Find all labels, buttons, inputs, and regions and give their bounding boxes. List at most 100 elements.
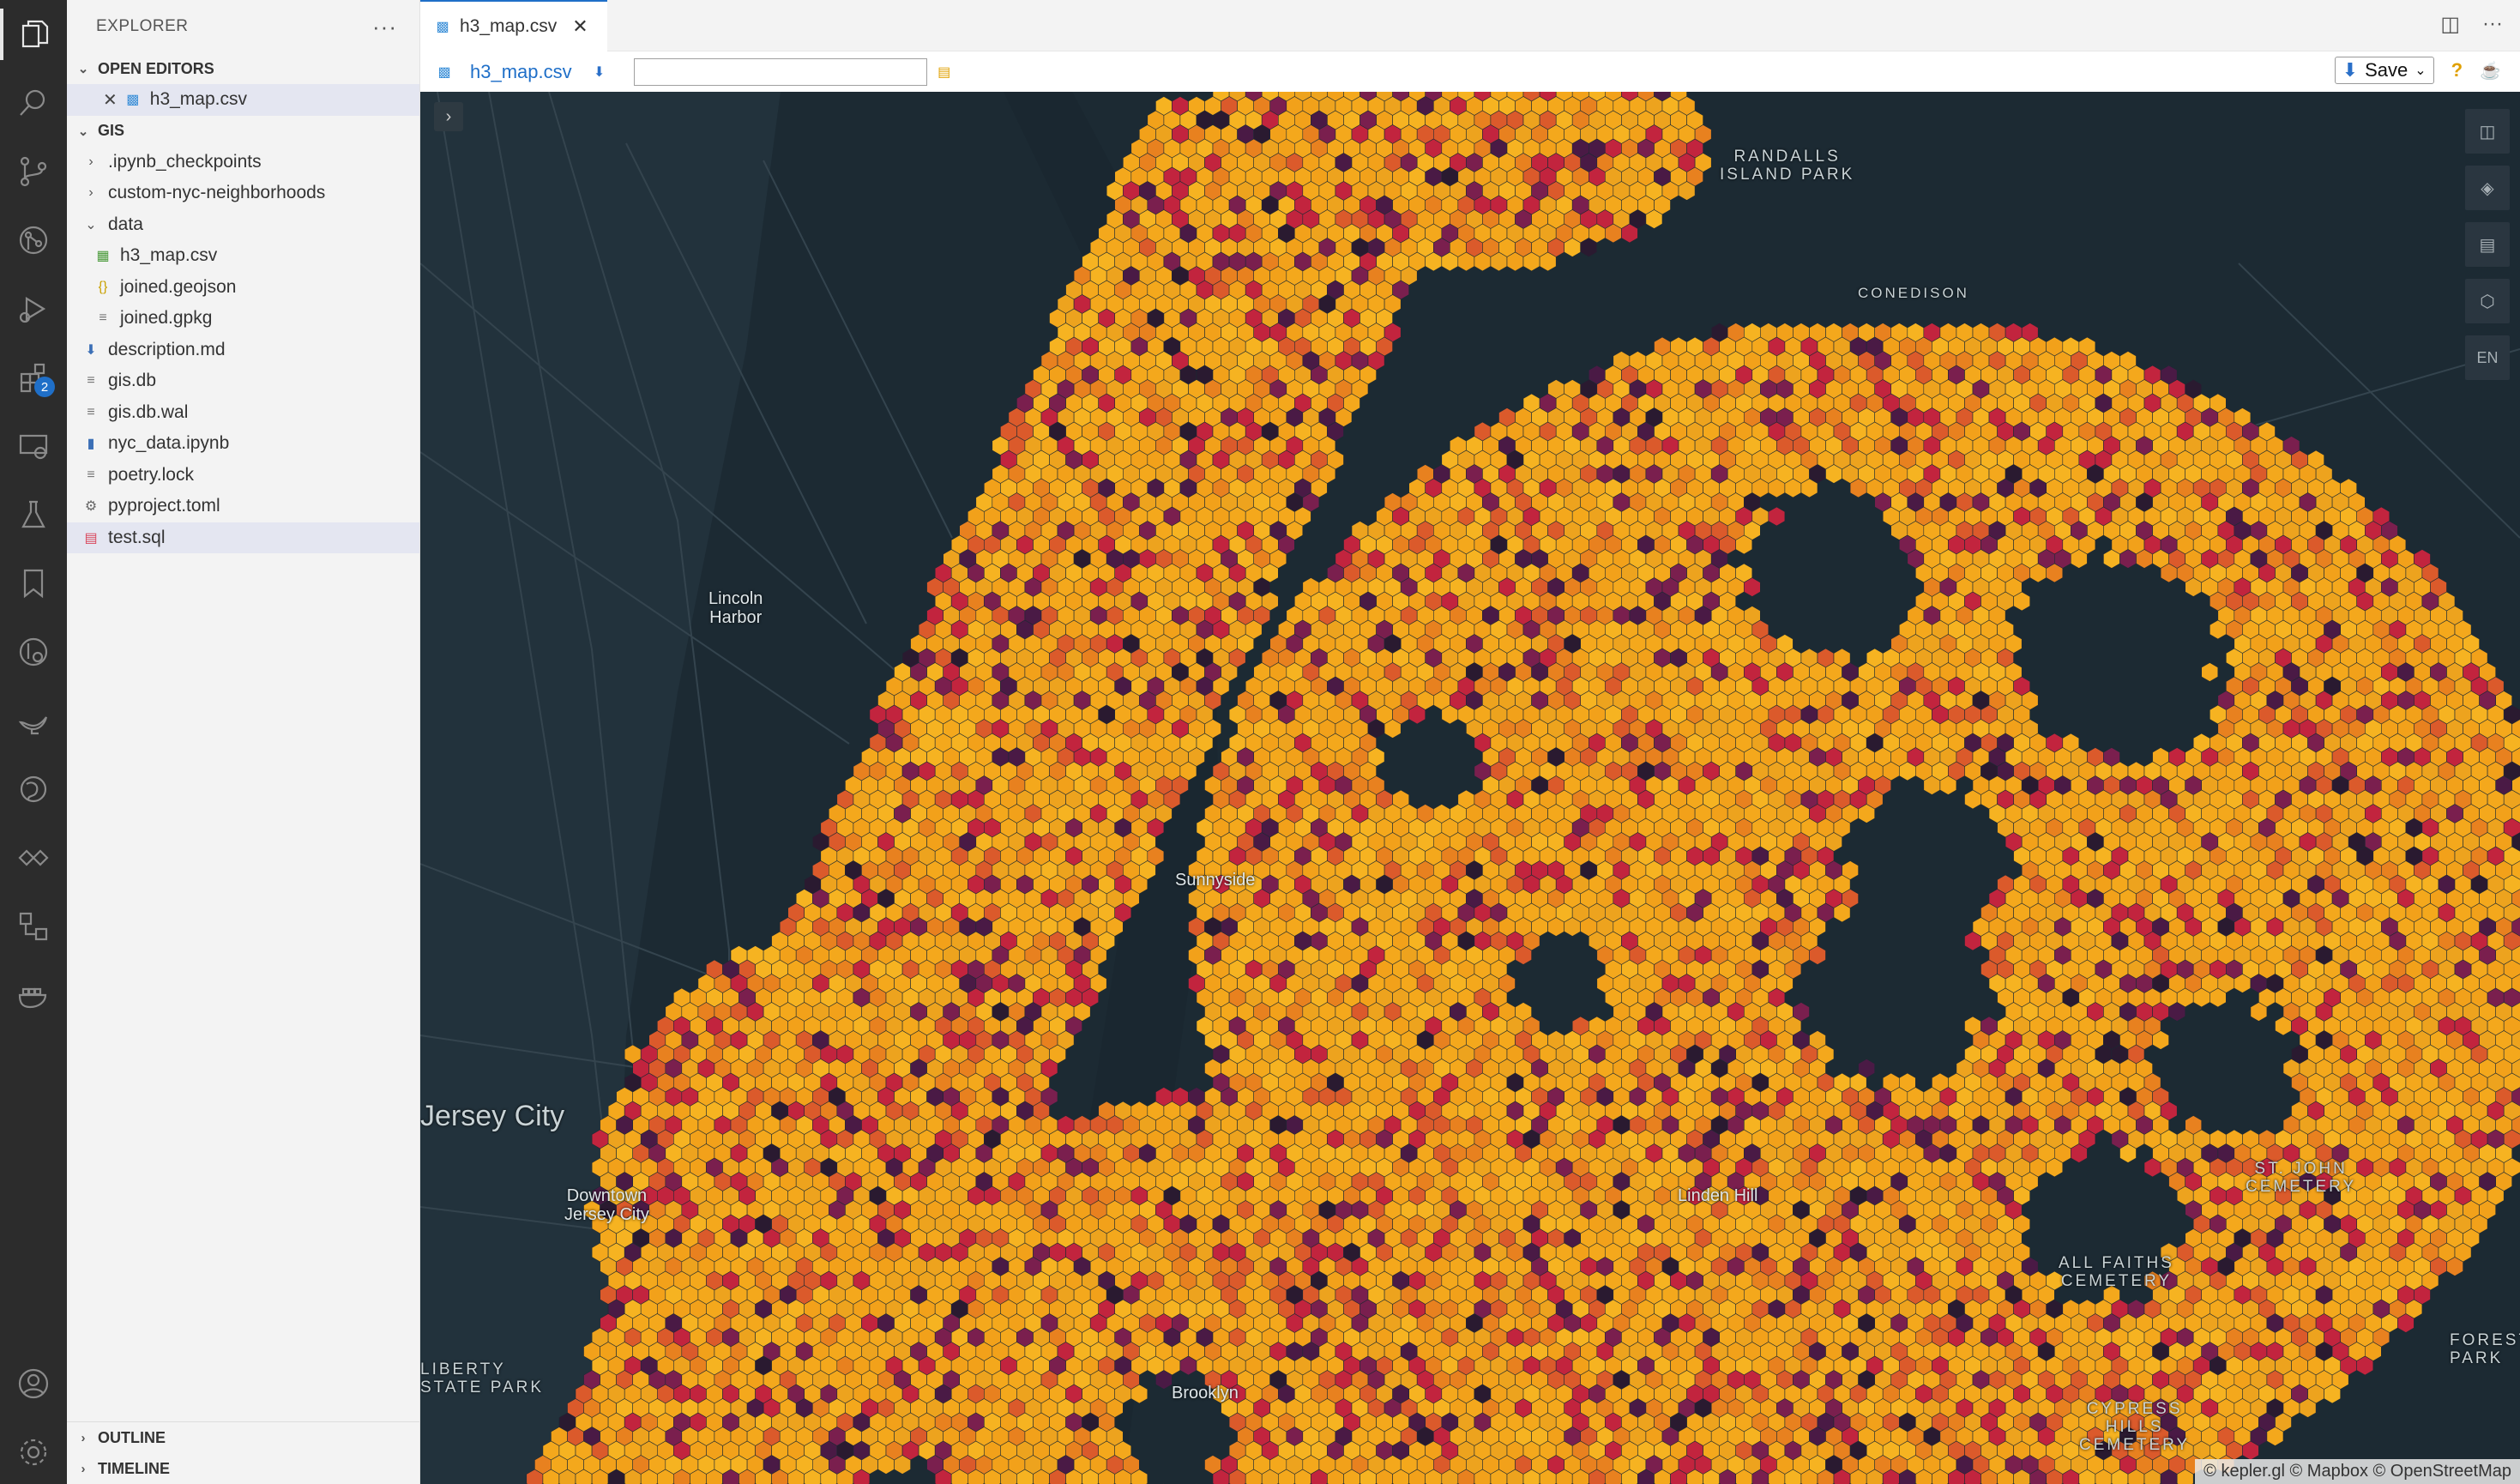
file-tree-label: description.md <box>108 339 226 359</box>
file-item[interactable]: {} joined.geojson <box>67 272 419 304</box>
file-item[interactable]: ▮ nyc_data.ipynb <box>67 428 419 460</box>
close-icon[interactable]: ✕ <box>572 15 588 38</box>
outline-section[interactable]: › OUTLINE <box>67 1422 419 1453</box>
editor-area: ▩ h3_map.csv ✕ ◫ ··· ▩ h3_map.csv ⬇ ▤ ⬇ … <box>420 0 2520 1484</box>
file-item[interactable]: ≡ joined.gpkg <box>67 303 419 335</box>
explorer-icon[interactable] <box>12 13 55 56</box>
file-item[interactable]: ≡ gis.db <box>67 365 419 397</box>
file-icon: ≡ <box>87 373 95 389</box>
workspace-section[interactable]: ⌄ GIS <box>67 116 419 147</box>
json-file-icon: {} <box>98 279 108 294</box>
more-actions-icon[interactable]: ··· <box>372 14 397 40</box>
folder-item[interactable]: › .ipynb_checkpoints <box>67 147 419 178</box>
source-control-icon[interactable] <box>12 150 55 193</box>
folder-item[interactable]: › custom-nyc-neighborhoods <box>67 178 419 209</box>
open-editor-item[interactable]: ✕ ▩ h3_map.csv <box>67 84 419 116</box>
settings-gear-icon[interactable] <box>12 1431 55 1474</box>
chevron-right-icon: › <box>81 1430 86 1445</box>
chevron-down-icon: ⌄ <box>85 217 97 232</box>
map-base <box>420 92 2520 1484</box>
remote-explorer-icon[interactable] <box>12 425 55 468</box>
save-button[interactable]: ⬇ Save ⌄ <box>2334 57 2434 84</box>
file-tree-label: custom-nyc-neighborhoods <box>108 183 326 203</box>
chevron-right-icon: › <box>88 154 93 169</box>
timeline-label: TIMELINE <box>98 1459 170 1477</box>
python-icon[interactable] <box>12 768 55 811</box>
file-tree-label: h3_map.csv <box>120 245 218 266</box>
file-tree-label: joined.gpkg <box>120 308 213 329</box>
coffee-icon[interactable]: ☕ <box>2480 60 2501 81</box>
data-url-input[interactable] <box>633 57 927 86</box>
kepler-icon[interactable] <box>12 836 55 879</box>
open-editors-section[interactable]: ⌄ OPEN EDITORS <box>67 53 419 84</box>
open-editor-name: h3_map.csv <box>149 89 247 110</box>
gitlens-icon[interactable] <box>12 630 55 673</box>
account-icon[interactable] <box>12 1362 55 1405</box>
chevron-down-icon: ⌄ <box>77 124 89 139</box>
file-tree-label: data <box>108 214 143 234</box>
help-icon[interactable]: ? <box>2451 59 2463 81</box>
bookmarks-icon[interactable] <box>12 562 55 605</box>
chevron-down-icon: ⌄ <box>2414 63 2427 78</box>
git-graph-icon[interactable] <box>12 219 55 262</box>
file-tree-label: poetry.lock <box>108 464 194 485</box>
more-actions-icon[interactable]: ··· <box>2482 12 2503 37</box>
tab-label: h3_map.csv <box>460 16 558 36</box>
file-icon: ≡ <box>87 404 95 419</box>
explorer-header: EXPLORER ··· <box>67 0 419 53</box>
chevron-right-icon: › <box>81 1461 86 1476</box>
folder-item[interactable]: ⌄ data <box>67 209 419 241</box>
file-item[interactable]: ▤ test.sql <box>67 522 419 553</box>
genie-lamp-icon[interactable] <box>12 699 55 742</box>
testing-icon[interactable] <box>12 493 55 536</box>
database-file-icon: ▤ <box>84 530 98 546</box>
explorer-sidebar: EXPLORER ··· ⌄ OPEN EDITORS ✕ ▩ h3_map.c… <box>67 0 420 1484</box>
save-label: Save <box>2365 59 2408 81</box>
file-tree-label: .ipynb_checkpoints <box>108 151 262 172</box>
file-item[interactable]: ≡ gis.db.wal <box>67 397 419 429</box>
import-data-icon[interactable]: ⬇ <box>591 63 608 81</box>
kepler-map-file-icon: ▩ <box>436 20 449 34</box>
tab-bar: ▩ h3_map.csv ✕ ◫ ··· <box>420 0 2520 51</box>
file-item[interactable]: ≡ poetry.lock <box>67 460 419 492</box>
kepler-map-file-icon: ▩ <box>437 64 451 80</box>
toml-file-icon: ⚙ <box>84 499 98 515</box>
file-tree-label: nyc_data.ipynb <box>108 433 230 454</box>
workspace-label: GIS <box>98 122 125 139</box>
split-editor-icon[interactable]: ◫ <box>2440 12 2460 37</box>
notebook-file-icon: ▮ <box>87 437 95 452</box>
diagram-icon[interactable] <box>12 905 55 948</box>
toolbar-right: ⬇ Save ⌄ ? ☕ <box>2334 57 2501 84</box>
chevron-down-icon: ⌄ <box>77 62 89 76</box>
outline-label: OUTLINE <box>98 1428 166 1446</box>
file-item[interactable]: ▦ h3_map.csv <box>67 240 419 272</box>
editor-actions: ◫ ··· <box>2440 12 2503 37</box>
toolbar-file-link[interactable]: h3_map.csv <box>470 61 572 83</box>
extensions-badge: 2 <box>34 377 55 397</box>
file-icon: ≡ <box>99 311 107 326</box>
file-item[interactable]: ⬇ description.md <box>67 335 419 366</box>
close-icon[interactable]: ✕ <box>103 89 118 111</box>
file-item[interactable]: ⚙ pyproject.toml <box>67 491 419 522</box>
file-icon: ≡ <box>87 467 95 482</box>
config-icon[interactable]: ▤ <box>936 63 953 81</box>
docker-icon[interactable] <box>12 974 55 1016</box>
active-indicator <box>0 9 3 60</box>
timeline-section[interactable]: › TIMELINE <box>67 1453 419 1484</box>
activity-bar: 2 <box>0 0 67 1484</box>
file-tree: › .ipynb_checkpoints › custom-nyc-neighborh… <box>67 147 419 553</box>
run-debug-icon[interactable] <box>12 287 55 330</box>
file-tree-label: test.sql <box>108 527 166 547</box>
bottom-panels: › OUTLINE › TIMELINE <box>67 1421 419 1484</box>
csv-file-icon: ▦ <box>96 249 110 264</box>
extensions-icon[interactable]: 2 <box>12 356 55 399</box>
chevron-right-icon: › <box>88 185 93 201</box>
markdown-file-icon: ⬇ <box>85 342 97 358</box>
search-icon[interactable] <box>12 81 55 124</box>
kepler-toolbar: ▩ h3_map.csv ⬇ ▤ ⬇ Save ⌄ ? ☕ <box>420 51 2520 92</box>
tab-h3-map[interactable]: ▩ h3_map.csv ✕ <box>420 0 607 51</box>
file-tree-label: gis.db.wal <box>108 401 189 422</box>
kepler-map[interactable]: › RANDALLS ISLAND PARK CONEDISON Lincoln H… <box>420 92 2520 1484</box>
explorer-title: EXPLORER <box>96 17 189 35</box>
kepler-map-file-icon: ▩ <box>126 93 140 108</box>
